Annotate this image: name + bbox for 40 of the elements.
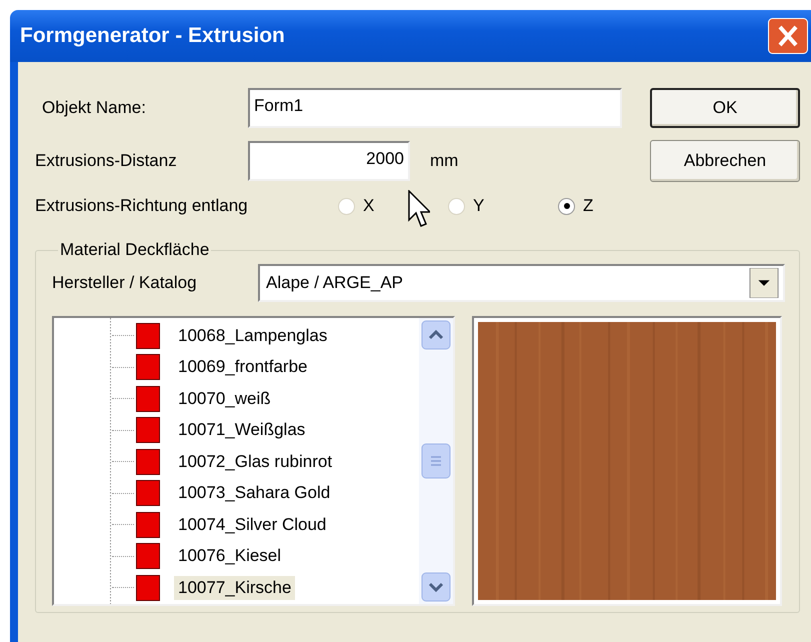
close-icon[interactable] — [768, 18, 808, 54]
scroll-thumb-icon[interactable] — [421, 443, 451, 479]
material-swatch-icon — [136, 354, 160, 380]
tree-item[interactable]: 10070_weiß — [174, 386, 275, 411]
material-swatch-icon — [136, 574, 160, 601]
tree-item[interactable]: 10072_Glas rubinrot — [174, 450, 336, 474]
object-name-label: Objekt Name: — [41, 98, 147, 118]
cancel-button[interactable]: Abbrechen — [650, 140, 800, 182]
scroll-up-icon[interactable] — [421, 320, 451, 350]
material-swatch-icon — [136, 480, 160, 506]
radio-button[interactable]: Z — [558, 196, 668, 216]
mouse-pointer-icon — [408, 190, 430, 230]
material-swatch-icon — [136, 417, 160, 444]
group-title: Material Deckfläche — [59, 240, 210, 260]
tree-item[interactable]: 10071_Weißglas — [174, 418, 310, 442]
window-title: Formgenerator - Extrusion — [20, 24, 285, 48]
catalog-label: Hersteller / Katalog — [52, 273, 198, 293]
radio-button[interactable]: Y — [448, 196, 558, 216]
tree-item[interactable]: 10073_Sahara Gold — [174, 481, 334, 506]
catalog-dropdown[interactable]: Alape / ARGE_AP — [258, 264, 785, 302]
ok-button[interactable]: OK — [650, 88, 800, 128]
scrollbar[interactable] — [419, 318, 453, 604]
radio-button[interactable]: X — [338, 196, 448, 216]
material-swatch-icon — [136, 512, 160, 538]
object-name-field[interactable]: Form1 — [248, 88, 622, 128]
material-swatch-icon — [136, 386, 160, 412]
distance-label: Extrusions-Distanz — [35, 151, 178, 171]
distance-field[interactable]: 2000 — [248, 141, 410, 181]
material-swatch-icon — [136, 322, 160, 349]
tree-item[interactable]: 10076_Kiesel — [174, 544, 286, 568]
tree-item[interactable]: 10068_Lampenglas — [174, 324, 332, 348]
tree-item[interactable]: 10077_Kirsche — [174, 576, 296, 600]
scroll-down-icon[interactable] — [421, 572, 451, 602]
material-swatch-icon — [136, 448, 160, 475]
dropdown-arrow-icon[interactable] — [749, 268, 779, 298]
material-swatch-icon — [136, 543, 160, 570]
tree-item[interactable]: 10074_Silver Cloud — [174, 512, 330, 537]
tree-item[interactable]: 10069_frontfarbe — [174, 355, 312, 380]
unit-label: mm — [430, 151, 458, 171]
direction-label: Extrusions-Richtung entlang — [35, 196, 249, 216]
